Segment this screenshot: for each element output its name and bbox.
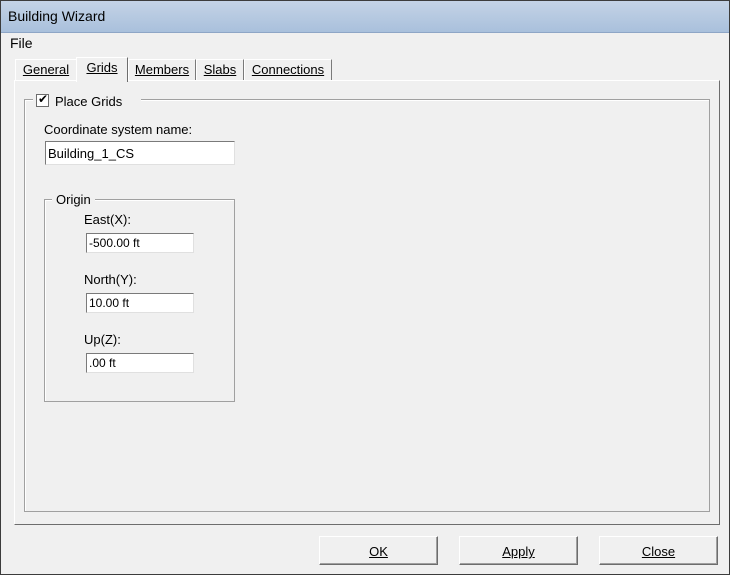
ok-button[interactable]: OK — [319, 536, 438, 565]
up-input[interactable] — [86, 353, 194, 373]
east-input[interactable] — [86, 233, 194, 253]
apply-button[interactable]: Apply — [459, 536, 578, 565]
tab-slabs[interactable]: Slabs — [196, 59, 244, 80]
place-grids-checkbox[interactable]: ✔ — [36, 92, 49, 107]
tab-members[interactable]: Members — [128, 59, 196, 80]
cs-name-label: Coordinate system name: — [44, 122, 193, 137]
tab-general[interactable]: General — [15, 59, 77, 80]
up-label: Up(Z): — [84, 332, 121, 347]
check-icon: ✔ — [38, 92, 49, 106]
tab-grids[interactable]: Grids — [76, 57, 128, 82]
menu-bar: File — [1, 33, 729, 53]
title-bar[interactable]: Building Wizard — [1, 1, 729, 33]
north-input[interactable] — [86, 293, 194, 313]
close-button[interactable]: Close — [599, 536, 718, 565]
window-title: Building Wizard — [8, 8, 106, 24]
place-grids-label: Place Grids — [55, 94, 123, 109]
origin-legend: Origin — [52, 192, 95, 207]
tab-connections[interactable]: Connections — [244, 59, 332, 80]
menu-file[interactable]: File — [10, 35, 33, 51]
cs-name-input[interactable] — [45, 141, 235, 165]
building-wizard-window: Building Wizard File General Grids Membe… — [0, 0, 730, 575]
grids-tab-panel: ✔ Place Grids Coordinate system name: Or… — [14, 80, 720, 525]
north-label: North(Y): — [84, 272, 137, 287]
east-label: East(X): — [84, 212, 131, 227]
